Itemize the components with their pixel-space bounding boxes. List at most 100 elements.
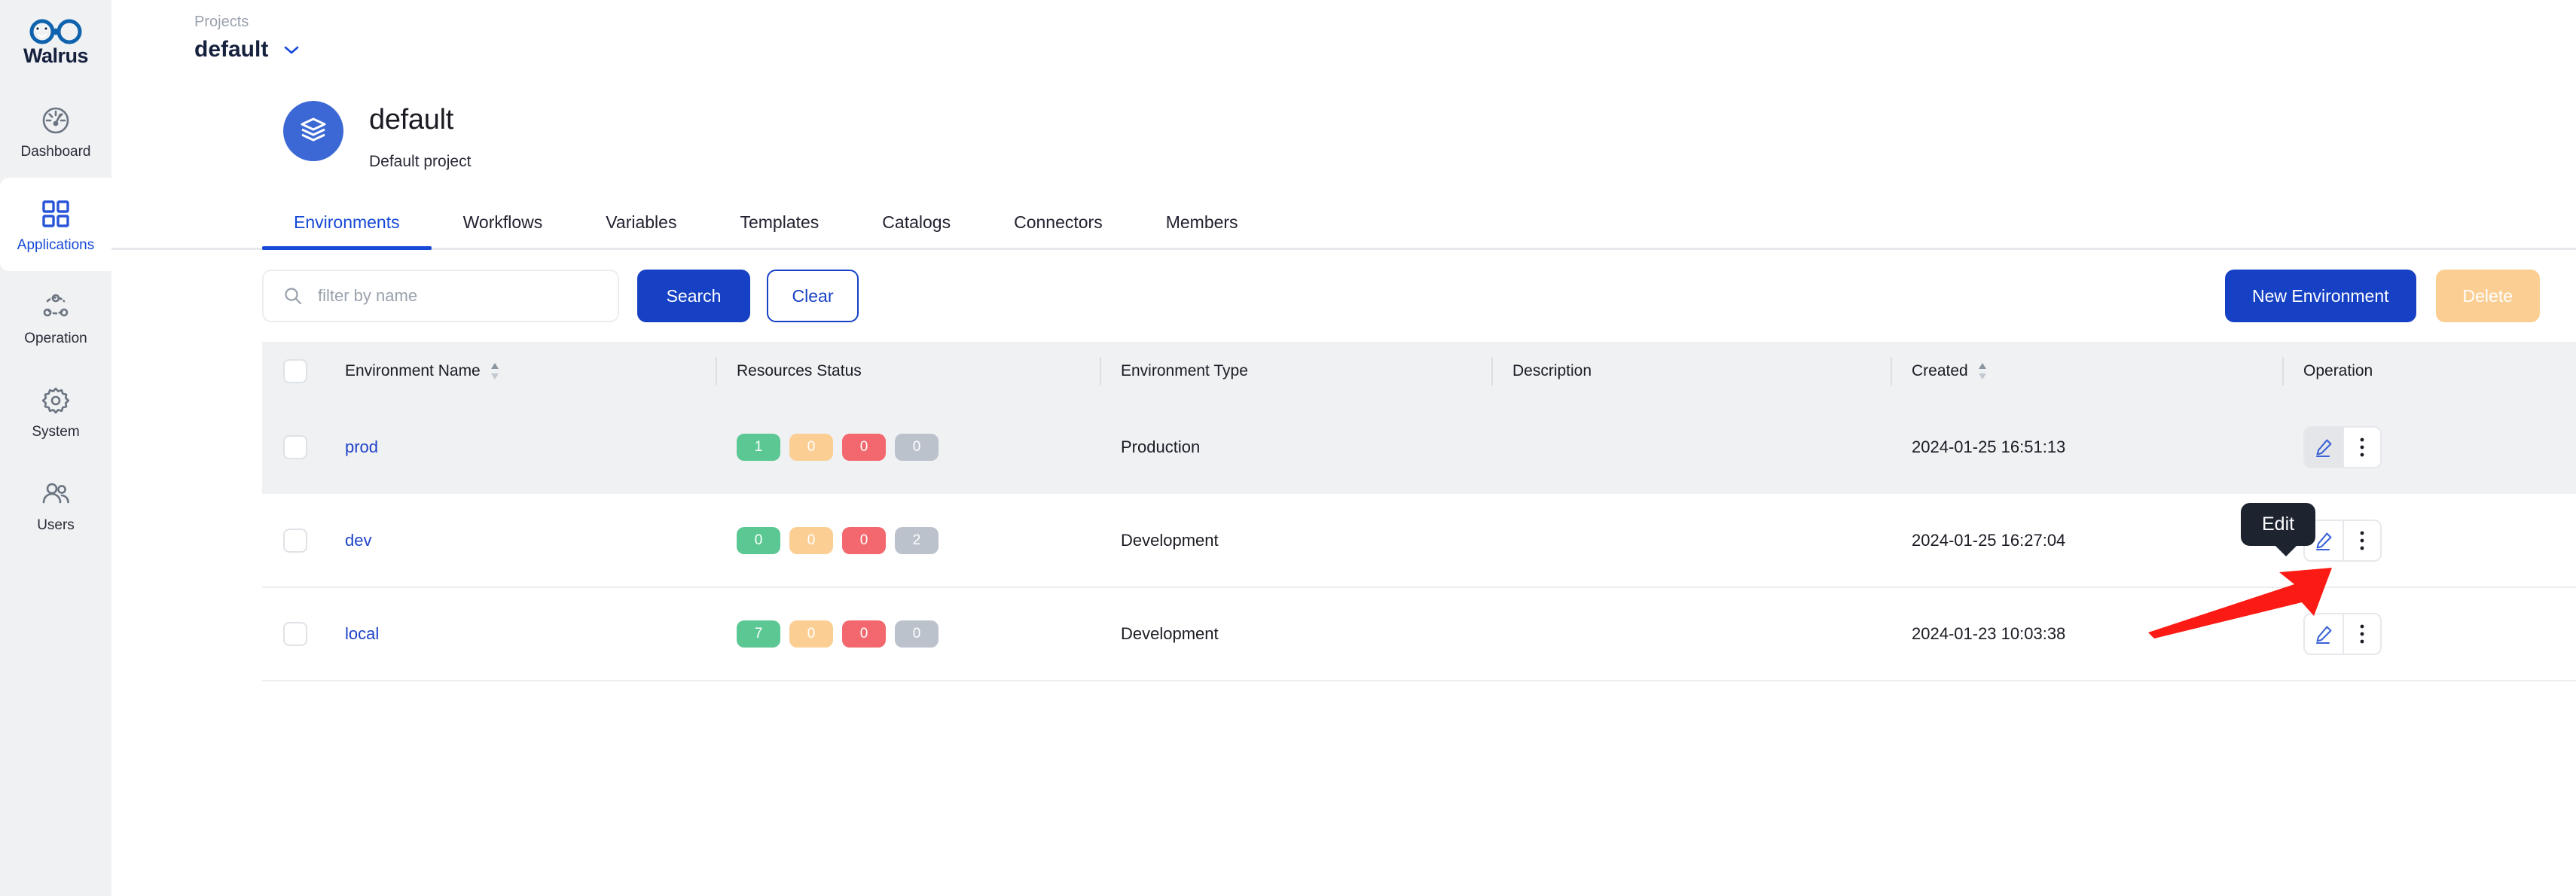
project-switcher-value: default [194, 37, 269, 62]
cell-environment-name: prod [324, 401, 716, 494]
row-action-group [2303, 613, 2576, 655]
environment-name-link[interactable]: prod [345, 437, 378, 456]
table-row[interactable]: dev 0 0 0 2 Development 2024-01-25 16:27… [262, 494, 2576, 587]
toolbar-actions: New Environment Delete [2224, 270, 2576, 322]
cell-environment-name: local [324, 587, 716, 681]
project-meta: default Default project [369, 101, 471, 171]
tab-environments[interactable]: Environments [262, 214, 432, 250]
tab-connectors[interactable]: Connectors [982, 214, 1134, 248]
users-icon [38, 477, 73, 511]
table-row[interactable]: prod 1 0 0 0 Production 2024-01-25 16:51… [262, 401, 2576, 494]
status-badge-pending: 0 [789, 434, 833, 461]
sidebar-item-label: Users [37, 517, 75, 533]
sidebar-item-label: Applications [17, 237, 95, 253]
sort-arrows-icon[interactable] [1977, 361, 1988, 381]
select-all-checkbox[interactable] [283, 359, 307, 383]
sort-arrows-icon[interactable] [490, 361, 500, 381]
row-action-group [2303, 519, 2576, 562]
more-actions-button[interactable] [2343, 428, 2380, 467]
sidebar: Walrus Dashboard Applications Operation … [0, 0, 111, 896]
tab-bar: Environments Workflows Variables Templat… [111, 178, 2576, 250]
clear-button[interactable]: Clear [767, 270, 859, 322]
cell-environment-type: Development [1121, 530, 1219, 550]
sidebar-item-label: Operation [24, 331, 87, 346]
row-action-group [2303, 426, 2576, 468]
row-select-cell [262, 494, 324, 587]
tab-templates[interactable]: Templates [708, 214, 850, 248]
gear-icon [38, 383, 73, 418]
delete-button[interactable]: Delete [2435, 270, 2540, 322]
edit-button[interactable] [2305, 428, 2343, 467]
sidebar-item-system[interactable]: System [0, 364, 111, 458]
app-root: Walrus Dashboard Applications Operation … [0, 0, 2576, 896]
column-label: Environment Name [345, 362, 481, 379]
chevron-down-icon [283, 44, 300, 55]
nodes-icon [38, 290, 73, 325]
sidebar-item-users[interactable]: Users [0, 458, 111, 551]
sidebar-item-operation[interactable]: Operation [0, 271, 111, 364]
column-header-resources-status: Resources Status [716, 342, 1100, 401]
sidebar-item-applications[interactable]: Applications [0, 178, 111, 271]
row-select-cell [262, 401, 324, 494]
column-label: Environment Type [1121, 362, 1248, 379]
cell-environment-type: Development [1121, 624, 1219, 643]
more-actions-button[interactable] [2343, 614, 2380, 654]
status-badge-ready: 0 [737, 526, 780, 554]
status-badge-error: 0 [842, 620, 886, 648]
column-header-created[interactable]: Created [1891, 342, 2282, 401]
resource-status-badges: 1 0 0 0 [737, 434, 1100, 461]
edit-button[interactable] [2305, 614, 2343, 654]
cell-resources-status: 1 0 0 0 [716, 401, 1100, 494]
column-header-description: Description [1491, 342, 1891, 401]
search-input[interactable] [262, 270, 619, 322]
tab-workflows[interactable]: Workflows [432, 214, 575, 248]
select-all-header [262, 342, 324, 401]
more-actions-button[interactable] [2343, 520, 2380, 560]
environment-name-link[interactable]: local [345, 624, 379, 643]
layers-stack-icon [296, 112, 331, 151]
project-switcher[interactable]: default [194, 36, 300, 63]
column-header-operation: Operation [2282, 342, 2576, 401]
avatar [283, 101, 343, 161]
column-header-environment-name[interactable]: Environment Name [324, 342, 716, 401]
sidebar-item-label: System [32, 424, 80, 440]
status-badge-inactive: 0 [895, 620, 939, 648]
brand-logo-block[interactable]: Walrus [0, 0, 111, 84]
search-field-wrapper [262, 270, 619, 322]
tab-variables[interactable]: Variables [574, 214, 708, 248]
cell-description [1491, 587, 1891, 681]
tab-members[interactable]: Members [1134, 214, 1270, 248]
column-label: Description [1512, 362, 1592, 379]
row-checkbox[interactable] [283, 622, 307, 646]
new-environment-button[interactable]: New Environment [2224, 270, 2416, 322]
column-header-environment-type: Environment Type [1100, 342, 1491, 401]
status-badge-inactive: 2 [895, 526, 939, 554]
table-row[interactable]: local 7 0 0 0 Development 2024-01-23 10:… [262, 587, 2576, 681]
table-head: Environment Name Resources Status Enviro… [262, 342, 2576, 401]
environment-name-link[interactable]: dev [345, 531, 371, 550]
cell-resources-status: 0 0 0 2 [716, 494, 1100, 587]
gauge-icon [38, 103, 73, 138]
environments-table-zone: Environment Name Resources Status Enviro… [111, 342, 2576, 681]
sidebar-item-dashboard[interactable]: Dashboard [0, 84, 111, 178]
column-label: Created [1912, 362, 1968, 379]
column-label: Operation [2303, 362, 2373, 379]
row-checkbox[interactable] [283, 528, 307, 553]
cell-operation [2282, 494, 2576, 587]
row-checkbox[interactable] [283, 435, 307, 459]
search-button[interactable]: Search [637, 270, 750, 322]
column-label: Resources Status [737, 362, 862, 379]
status-badge-ready: 1 [737, 434, 780, 461]
project-description: Default project [369, 152, 472, 170]
environments-table: Environment Name Resources Status Enviro… [262, 342, 2576, 681]
status-badge-pending: 0 [789, 620, 833, 648]
status-badge-error: 0 [842, 526, 886, 554]
tab-catalogs[interactable]: Catalogs [850, 214, 982, 248]
breadcrumb-parent: Projects [194, 14, 249, 30]
page-title: default [369, 104, 453, 136]
topbar: Projects default [111, 0, 2576, 84]
cell-environment-type: Production [1121, 437, 1201, 456]
resource-status-badges: 0 0 0 2 [737, 526, 1100, 554]
status-badge-inactive: 0 [895, 434, 939, 461]
status-badge-pending: 0 [789, 526, 833, 554]
